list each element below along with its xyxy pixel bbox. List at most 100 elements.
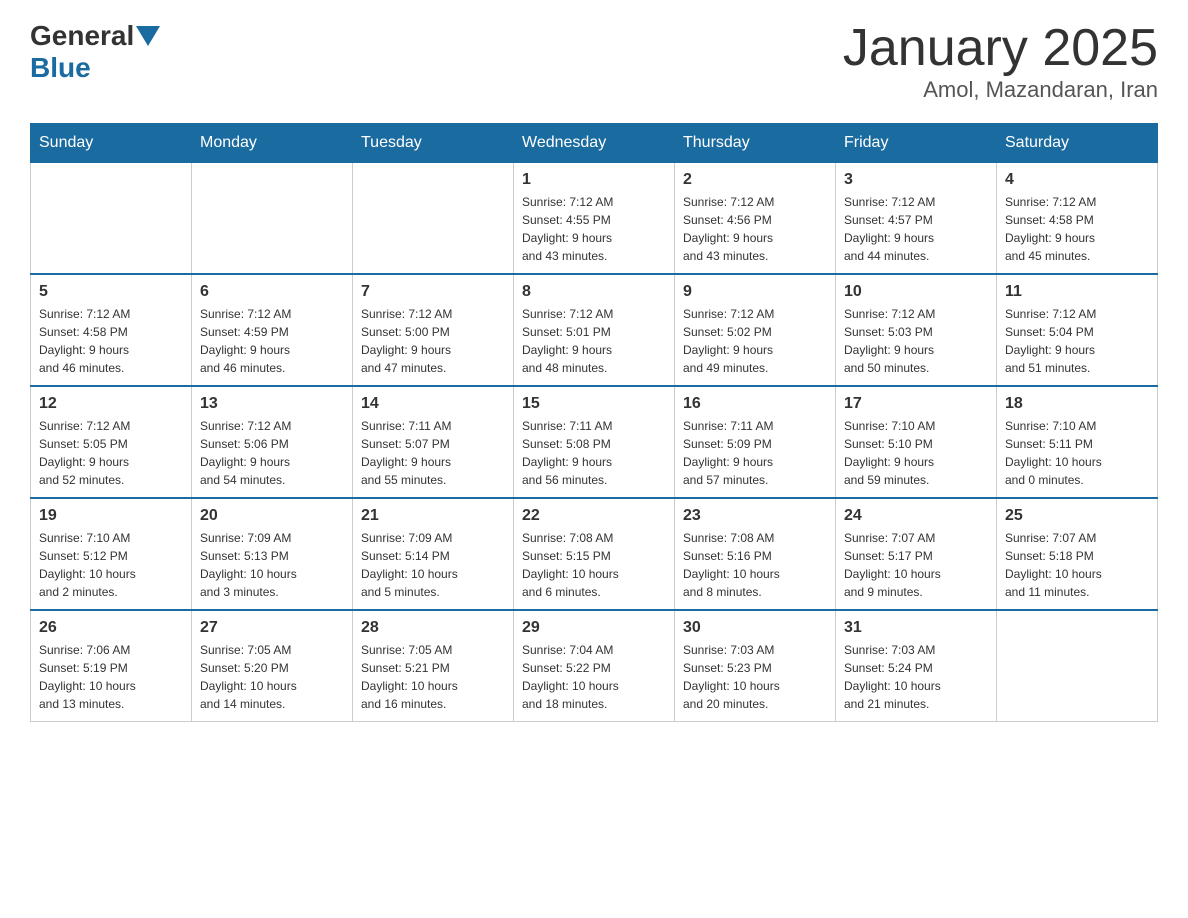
calendar-cell: 30 Sunrise: 7:03 AM Sunset: 5:23 PM Dayli… — [675, 610, 836, 722]
calendar-cell: 10 Sunrise: 7:12 AM Sunset: 5:03 PM Dayli… — [836, 274, 997, 386]
calendar-cell: 29 Sunrise: 7:04 AM Sunset: 5:22 PM Dayli… — [514, 610, 675, 722]
day-info: Sunrise: 7:12 AM Sunset: 5:02 PM Dayligh… — [683, 305, 827, 377]
day-number: 5 — [39, 283, 183, 301]
day-number: 20 — [200, 507, 344, 525]
day-number: 26 — [39, 619, 183, 637]
day-info: Sunrise: 7:07 AM Sunset: 5:17 PM Dayligh… — [844, 529, 988, 601]
calendar-cell: 28 Sunrise: 7:05 AM Sunset: 5:21 PM Dayli… — [353, 610, 514, 722]
day-number: 6 — [200, 283, 344, 301]
day-info: Sunrise: 7:12 AM Sunset: 4:57 PM Dayligh… — [844, 193, 988, 265]
calendar-cell: 27Sunrise: 7:05 AM Sunset: 5:20 PM Dayli… — [192, 610, 353, 722]
day-number: 16 — [683, 395, 827, 413]
calendar-cell: 11 Sunrise: 7:12 AM Sunset: 5:04 PM Dayli… — [997, 274, 1158, 386]
day-info: Sunrise: 7:10 AM Sunset: 5:11 PM Dayligh… — [1005, 417, 1149, 489]
day-info: Sunrise: 7:09 AM Sunset: 5:13 PM Dayligh… — [200, 529, 344, 601]
day-info: Sunrise: 7:11 AM Sunset: 5:08 PM Dayligh… — [522, 417, 666, 489]
calendar-table: SundayMondayTuesdayWednesdayThursdayFrid… — [30, 123, 1158, 722]
day-number: 30 — [683, 619, 827, 637]
day-info: Sunrise: 7:03 AM Sunset: 5:23 PM Dayligh… — [683, 641, 827, 713]
day-number: 7 — [361, 283, 505, 301]
calendar-cell: 6 Sunrise: 7:12 AM Sunset: 4:59 PM Daylig… — [192, 274, 353, 386]
day-info: Sunrise: 7:12 AM Sunset: 5:03 PM Dayligh… — [844, 305, 988, 377]
day-info: Sunrise: 7:12 AM Sunset: 4:56 PM Dayligh… — [683, 193, 827, 265]
day-info: Sunrise: 7:10 AM Sunset: 5:12 PM Dayligh… — [39, 529, 183, 601]
day-number: 29 — [522, 619, 666, 637]
calendar-cell: 19 Sunrise: 7:10 AM Sunset: 5:12 PM Dayli… — [31, 498, 192, 610]
day-number: 12 — [39, 395, 183, 413]
calendar-week-row: 5 Sunrise: 7:12 AM Sunset: 4:58 PM Daylig… — [31, 274, 1158, 386]
day-info: Sunrise: 7:06 AM Sunset: 5:19 PM Dayligh… — [39, 641, 183, 713]
day-number: 25 — [1005, 507, 1149, 525]
day-info: Sunrise: 7:03 AM Sunset: 5:24 PM Dayligh… — [844, 641, 988, 713]
day-info: Sunrise: 7:11 AM Sunset: 5:09 PM Dayligh… — [683, 417, 827, 489]
day-number: 3 — [844, 171, 988, 189]
calendar-cell: 23 Sunrise: 7:08 AM Sunset: 5:16 PM Dayli… — [675, 498, 836, 610]
weekday-header-wednesday: Wednesday — [514, 124, 675, 163]
day-info: Sunrise: 7:12 AM Sunset: 5:00 PM Dayligh… — [361, 305, 505, 377]
day-number: 31 — [844, 619, 988, 637]
day-number: 11 — [1005, 283, 1149, 301]
logo-triangle-icon — [136, 26, 160, 46]
calendar-cell — [31, 163, 192, 275]
calendar-week-row: 19 Sunrise: 7:10 AM Sunset: 5:12 PM Dayli… — [31, 498, 1158, 610]
weekday-header-row: SundayMondayTuesdayWednesdayThursdayFrid… — [31, 124, 1158, 163]
day-info: Sunrise: 7:12 AM Sunset: 4:59 PM Dayligh… — [200, 305, 344, 377]
day-number: 28 — [361, 619, 505, 637]
day-info: Sunrise: 7:11 AM Sunset: 5:07 PM Dayligh… — [361, 417, 505, 489]
weekday-header-friday: Friday — [836, 124, 997, 163]
calendar-week-row: 1 Sunrise: 7:12 AM Sunset: 4:55 PM Daylig… — [31, 163, 1158, 275]
day-number: 4 — [1005, 171, 1149, 189]
day-info: Sunrise: 7:09 AM Sunset: 5:14 PM Dayligh… — [361, 529, 505, 601]
logo: General Blue — [30, 20, 162, 84]
calendar-cell — [353, 163, 514, 275]
calendar-cell: 3 Sunrise: 7:12 AM Sunset: 4:57 PM Daylig… — [836, 163, 997, 275]
day-number: 23 — [683, 507, 827, 525]
day-number: 15 — [522, 395, 666, 413]
calendar-cell: 17 Sunrise: 7:10 AM Sunset: 5:10 PM Dayli… — [836, 386, 997, 498]
day-info: Sunrise: 7:12 AM Sunset: 4:58 PM Dayligh… — [39, 305, 183, 377]
day-number: 21 — [361, 507, 505, 525]
calendar-cell: 9 Sunrise: 7:12 AM Sunset: 5:02 PM Daylig… — [675, 274, 836, 386]
calendar-cell: 13 Sunrise: 7:12 AM Sunset: 5:06 PM Dayli… — [192, 386, 353, 498]
day-number: 1 — [522, 171, 666, 189]
day-info: Sunrise: 7:05 AM Sunset: 5:21 PM Dayligh… — [361, 641, 505, 713]
calendar-cell: 22Sunrise: 7:08 AM Sunset: 5:15 PM Dayli… — [514, 498, 675, 610]
calendar-cell: 12 Sunrise: 7:12 AM Sunset: 5:05 PM Dayli… — [31, 386, 192, 498]
day-number: 8 — [522, 283, 666, 301]
day-info: Sunrise: 7:12 AM Sunset: 5:06 PM Dayligh… — [200, 417, 344, 489]
day-info: Sunrise: 7:04 AM Sunset: 5:22 PM Dayligh… — [522, 641, 666, 713]
calendar-cell: 24Sunrise: 7:07 AM Sunset: 5:17 PM Dayli… — [836, 498, 997, 610]
calendar-cell: 21 Sunrise: 7:09 AM Sunset: 5:14 PM Dayli… — [353, 498, 514, 610]
day-number: 27 — [200, 619, 344, 637]
calendar-cell — [192, 163, 353, 275]
calendar-cell: 25Sunrise: 7:07 AM Sunset: 5:18 PM Dayli… — [997, 498, 1158, 610]
calendar-cell: 18Sunrise: 7:10 AM Sunset: 5:11 PM Dayli… — [997, 386, 1158, 498]
logo-blue: Blue — [30, 52, 91, 84]
day-info: Sunrise: 7:12 AM Sunset: 5:04 PM Dayligh… — [1005, 305, 1149, 377]
weekday-header-saturday: Saturday — [997, 124, 1158, 163]
page-header: General Blue January 2025 Amol, Mazandar… — [30, 20, 1158, 103]
day-info: Sunrise: 7:10 AM Sunset: 5:10 PM Dayligh… — [844, 417, 988, 489]
calendar-week-row: 12 Sunrise: 7:12 AM Sunset: 5:05 PM Dayli… — [31, 386, 1158, 498]
day-number: 17 — [844, 395, 988, 413]
calendar-cell: 8 Sunrise: 7:12 AM Sunset: 5:01 PM Daylig… — [514, 274, 675, 386]
location-title: Amol, Mazandaran, Iran — [843, 77, 1158, 103]
day-number: 14 — [361, 395, 505, 413]
calendar-cell — [997, 610, 1158, 722]
calendar-cell: 31 Sunrise: 7:03 AM Sunset: 5:24 PM Dayli… — [836, 610, 997, 722]
day-info: Sunrise: 7:12 AM Sunset: 4:55 PM Dayligh… — [522, 193, 666, 265]
calendar-cell: 5 Sunrise: 7:12 AM Sunset: 4:58 PM Daylig… — [31, 274, 192, 386]
day-number: 9 — [683, 283, 827, 301]
calendar-cell: 7 Sunrise: 7:12 AM Sunset: 5:00 PM Daylig… — [353, 274, 514, 386]
day-info: Sunrise: 7:12 AM Sunset: 4:58 PM Dayligh… — [1005, 193, 1149, 265]
day-number: 10 — [844, 283, 988, 301]
calendar-cell: 15 Sunrise: 7:11 AM Sunset: 5:08 PM Dayli… — [514, 386, 675, 498]
day-number: 13 — [200, 395, 344, 413]
day-info: Sunrise: 7:12 AM Sunset: 5:05 PM Dayligh… — [39, 417, 183, 489]
day-info: Sunrise: 7:08 AM Sunset: 5:16 PM Dayligh… — [683, 529, 827, 601]
day-number: 19 — [39, 507, 183, 525]
calendar-cell: 2Sunrise: 7:12 AM Sunset: 4:56 PM Daylig… — [675, 163, 836, 275]
weekday-header-monday: Monday — [192, 124, 353, 163]
day-info: Sunrise: 7:12 AM Sunset: 5:01 PM Dayligh… — [522, 305, 666, 377]
calendar-cell: 1 Sunrise: 7:12 AM Sunset: 4:55 PM Daylig… — [514, 163, 675, 275]
